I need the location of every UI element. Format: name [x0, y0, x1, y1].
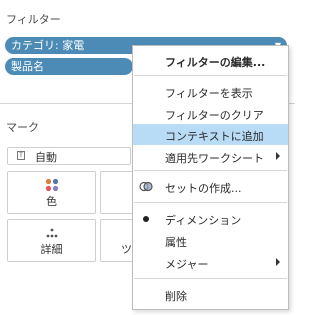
menu-item-label: セットの作成... [165, 182, 242, 195]
menu-item-add-to-context[interactable]: コンテキストに追加 [133, 124, 288, 145]
menu-item-attribute[interactable]: 属性 [133, 230, 288, 251]
menu-separator [134, 170, 287, 171]
menu-item-label: ディメンション [165, 214, 242, 227]
menu-item-show-filter[interactable]: フィルターを表示 [133, 81, 288, 102]
mark-type-dropdown[interactable]: T 自動 [7, 147, 131, 165]
mark-type-icon: T [17, 151, 25, 160]
checked-bullet-icon [143, 216, 149, 222]
menu-item-clear-filter[interactable]: フィルターのクリア [133, 103, 288, 124]
menu-item-dimension[interactable]: ディメンション [133, 208, 288, 229]
menu-item-measure[interactable]: メジャー [133, 252, 288, 273]
detail-button-label: 詳細 [40, 243, 63, 256]
menu-item-label: フィルターのクリア [165, 109, 264, 122]
filter-context-menu: フィルターの編集... フィルターを表示 フィルターのクリア コンテキストに追加… [132, 45, 289, 310]
menu-item-apply-to-worksheets[interactable]: 適用先ワークシート [133, 146, 288, 167]
menu-item-label: フィルターを表示 [165, 87, 253, 100]
filter-pill-label: カテゴリ: 家電 [11, 39, 85, 52]
menu-item-remove[interactable]: 削除 [133, 284, 288, 305]
filters-shelf-title: フィルター [6, 13, 61, 26]
menu-separator [134, 202, 287, 203]
filter-pill-product[interactable]: 製品名 [5, 58, 133, 75]
menu-item-label: 適用先ワークシート [165, 152, 264, 165]
menu-item-label: フィルターの編集... [165, 56, 266, 69]
color-button-label: 色 [46, 195, 57, 208]
mark-type-label: 自動 [35, 151, 57, 164]
menu-separator [134, 278, 287, 279]
detail-button[interactable]: 詳細 [7, 219, 96, 262]
submenu-arrow-icon [276, 152, 280, 160]
set-icon [139, 181, 153, 192]
menu-item-edit-filter[interactable]: フィルターの編集... [133, 50, 288, 71]
menu-item-create-set[interactable]: セットの作成... [133, 176, 288, 197]
detail-dots-icon [46, 228, 58, 238]
color-button[interactable]: 色 [7, 171, 96, 214]
menu-item-label: 削除 [165, 290, 187, 303]
filter-pill-label: 製品名 [11, 60, 44, 73]
menu-item-label: コンテキストに追加 [165, 130, 264, 143]
menu-item-label: メジャー [165, 258, 209, 271]
submenu-arrow-icon [276, 258, 280, 266]
color-dots-icon [45, 178, 59, 192]
menu-item-label: 属性 [165, 236, 187, 249]
marks-card-title: マーク [6, 121, 39, 134]
menu-separator [134, 75, 287, 76]
